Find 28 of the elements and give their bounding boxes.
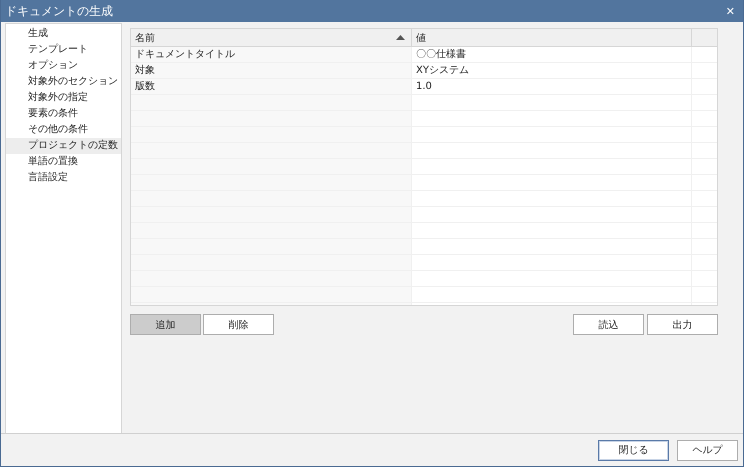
sidebar-item[interactable]: 単語の置換 (6, 154, 121, 170)
table-cell: 対象 (131, 63, 412, 78)
action-button[interactable]: 出力 (647, 314, 718, 335)
sidebar-item[interactable]: テンプレート (6, 42, 121, 58)
dialog-button[interactable]: ヘルプ (677, 440, 738, 460)
table-cell: ドキュメントタイトル (131, 47, 412, 62)
table-cell: 1.0 (412, 79, 692, 94)
action-button[interactable]: 削除 (203, 314, 274, 335)
sidebar-item[interactable]: 生成 (6, 26, 121, 42)
action-button[interactable]: 追加 (130, 314, 201, 335)
column-label: 名前 (135, 32, 155, 44)
sidebar-item[interactable]: その他の条件 (6, 122, 121, 138)
table-cell: 〇〇仕様書 (412, 47, 692, 62)
sidebar-item[interactable]: 要素の条件 (6, 106, 121, 122)
dialog-button[interactable]: 閉じる (598, 440, 669, 460)
action-button[interactable]: 読込 (573, 314, 644, 335)
sidebar-item[interactable]: プロジェクトの定数 (6, 138, 121, 154)
sidebar-item[interactable]: 対象外のセクション (6, 74, 121, 90)
sidebar-item[interactable]: オプション (6, 58, 121, 74)
column-header[interactable]: 値 (412, 29, 692, 46)
column-label: 値 (416, 32, 426, 44)
sidebar-item[interactable]: 対象外の指定 (6, 90, 121, 106)
close-button[interactable]: ✕ (724, 4, 737, 18)
column-header[interactable]: 名前 (131, 29, 412, 46)
table-cell: 版数 (131, 79, 412, 94)
window-title: ドキュメントの生成 (5, 2, 113, 20)
table-cell: XYシステム (412, 63, 692, 78)
sidebar-item[interactable]: 言語設定 (6, 170, 121, 186)
